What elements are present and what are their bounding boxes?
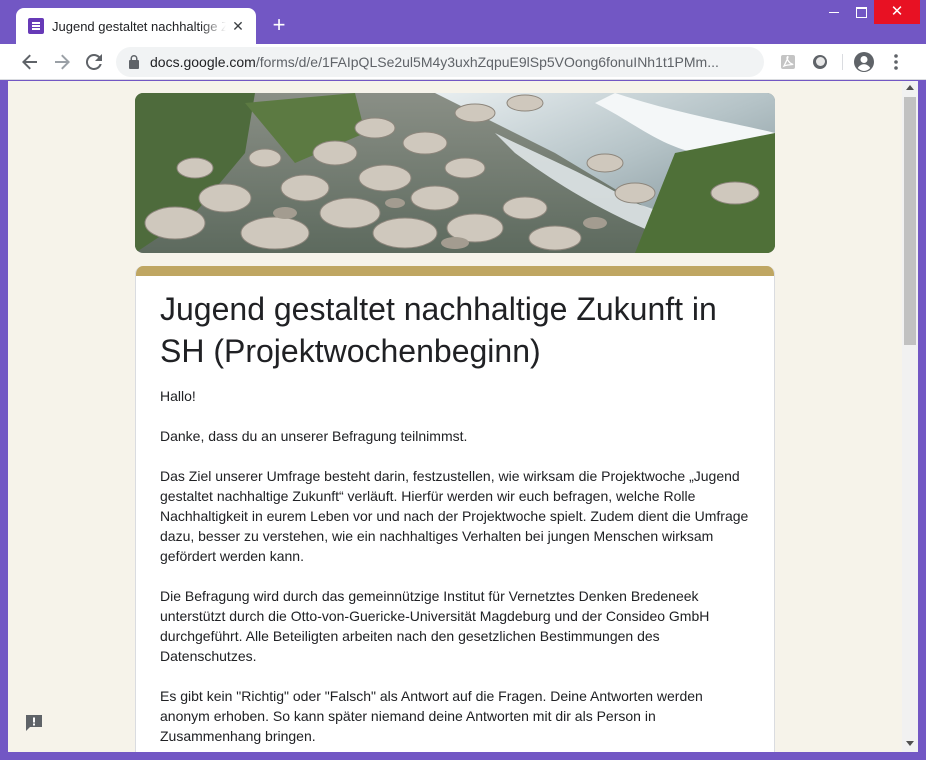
url-host: docs.google.com bbox=[150, 54, 256, 70]
description-paragraph: Es gibt kein "Richtig" oder "Falsch" als… bbox=[160, 688, 703, 744]
kebab-menu-icon bbox=[894, 54, 898, 70]
browser-title-bar: Jugend gestaltet nachhaltige Zukunft in … bbox=[0, 0, 926, 44]
report-feedback-button[interactable] bbox=[22, 711, 46, 735]
lock-icon bbox=[129, 55, 139, 69]
new-tab-button[interactable]: + bbox=[268, 14, 290, 36]
tab-close-icon[interactable]: ✕ bbox=[230, 18, 246, 34]
url-path: /forms/d/e/1FAIpQLSe2ul5M4y3uxhZqpuE9lSp… bbox=[255, 54, 719, 70]
form-description: Hallo! Danke, dass du an unserer Befragu… bbox=[160, 386, 752, 752]
window-close-button[interactable]: ✕ bbox=[874, 0, 920, 24]
description-paragraph: Die Befragung wird durch das gemeinnützi… bbox=[160, 588, 710, 664]
header-image bbox=[135, 93, 775, 253]
card-accent-bar bbox=[136, 266, 774, 276]
tab-title: Jugend gestaltet nachhaltige Zukunft in … bbox=[52, 18, 226, 34]
forward-button[interactable] bbox=[50, 50, 74, 74]
description-paragraph: Hallo! bbox=[160, 388, 196, 404]
scroll-up-arrow[interactable] bbox=[906, 85, 914, 90]
form-header-card: Jugend gestaltet nachhaltige Zukunft in … bbox=[135, 266, 775, 752]
river-rocks-image bbox=[135, 93, 775, 253]
profile-button[interactable] bbox=[852, 50, 876, 74]
form-title: Jugend gestaltet nachhaltige Zukunft in … bbox=[160, 291, 717, 369]
scroll-down-arrow[interactable] bbox=[906, 741, 914, 746]
reload-button[interactable] bbox=[82, 50, 106, 74]
account-circle-icon bbox=[854, 52, 874, 72]
feedback-icon bbox=[26, 715, 42, 731]
reload-icon bbox=[86, 54, 102, 70]
scrollbar-thumb[interactable] bbox=[904, 97, 916, 345]
window-minimize-button[interactable] bbox=[820, 0, 848, 24]
pdf-extension-button[interactable] bbox=[776, 50, 800, 74]
arrow-right-icon bbox=[55, 54, 70, 70]
address-bar[interactable]: docs.google.com/forms/d/e/1FAIpQLSe2ul5M… bbox=[116, 47, 870, 77]
back-button[interactable] bbox=[18, 50, 42, 74]
url-text: docs.google.com/forms/d/e/1FAIpQLSe2ul5M… bbox=[150, 54, 720, 70]
circle-extension-icon bbox=[813, 55, 827, 69]
vertical-scrollbar[interactable] bbox=[902, 81, 918, 752]
browser-tab[interactable]: Jugend gestaltet nachhaltige Zukunft in … bbox=[16, 8, 256, 44]
browser-menu-button[interactable] bbox=[884, 50, 908, 74]
arrow-left-icon bbox=[22, 54, 37, 70]
toolbar-separator bbox=[842, 54, 843, 70]
google-forms-icon bbox=[28, 18, 44, 34]
browser-toolbar: docs.google.com/forms/d/e/1FAIpQLSe2ul5M… bbox=[0, 44, 926, 80]
pdf-icon bbox=[781, 55, 795, 69]
description-paragraph: Danke, dass du an unserer Befragung teil… bbox=[160, 428, 468, 444]
window-maximize-button[interactable] bbox=[848, 0, 874, 24]
page-viewport: Jugend gestaltet nachhaltige Zukunft in … bbox=[8, 81, 918, 752]
window-frame-bottom bbox=[0, 752, 926, 760]
description-paragraph: Das Ziel unserer Umfrage besteht darin, … bbox=[160, 468, 749, 564]
extension-button[interactable] bbox=[808, 50, 832, 74]
